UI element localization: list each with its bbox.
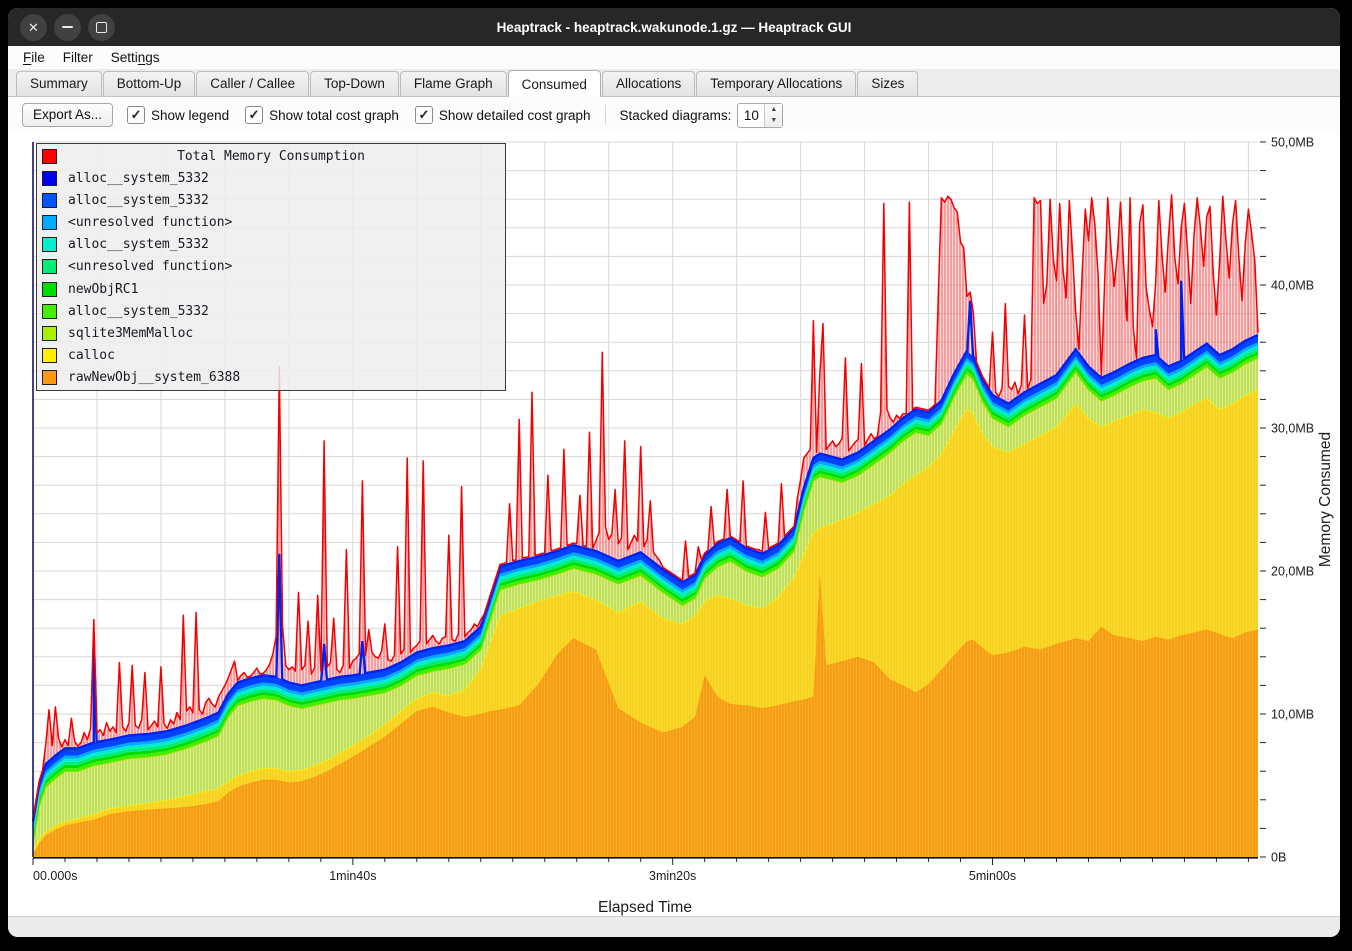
- stacked-diagrams-group: Stacked diagrams: 10 ▲ ▼: [620, 103, 784, 128]
- minimize-button[interactable]: [54, 14, 81, 41]
- legend-label: Total Memory Consumption: [37, 149, 505, 164]
- checkbox-box[interactable]: ✓: [415, 106, 433, 124]
- legend-swatch: [42, 193, 57, 208]
- window-title: Heaptrack - heaptrack.wakunode.1.gz — He…: [8, 20, 1340, 35]
- tab-allocations[interactable]: Allocations: [602, 71, 695, 96]
- legend-label: alloc__system_5332: [68, 193, 209, 208]
- status-bar: [8, 916, 1340, 937]
- x-tick-label: 3min20s: [649, 869, 696, 883]
- y-tick-label: 40,0MB: [1271, 279, 1314, 293]
- x-tick-label: 00.000s: [33, 869, 77, 883]
- legend-swatch: [42, 348, 57, 363]
- tab-top-down[interactable]: Top-Down: [310, 71, 399, 96]
- legend-item-6: alloc__system_5332: [37, 301, 505, 322]
- legend-item-1: alloc__system_5332: [37, 190, 505, 211]
- tab-consumed[interactable]: Consumed: [508, 70, 601, 97]
- checkbox-show-total-cost-graph[interactable]: ✓ Show total cost graph: [245, 106, 399, 124]
- y-tick-label: 30,0MB: [1271, 422, 1314, 436]
- spin-down-icon[interactable]: ▼: [765, 115, 782, 127]
- title-bar[interactable]: ✕ Heaptrack - heaptrack.wakunode.1.gz — …: [8, 8, 1340, 46]
- x-tick-label: 5min00s: [969, 869, 1016, 883]
- window-controls: ✕: [20, 14, 115, 41]
- y-tick-label: 50,0MB: [1271, 136, 1314, 150]
- toolbar-separator: [605, 105, 606, 125]
- chart-legend: Total Memory Consumption alloc__system_53…: [36, 143, 506, 391]
- legend-label: alloc__system_5332: [68, 237, 209, 252]
- legend-item-0: alloc__system_5332: [37, 168, 505, 189]
- legend-item-4: <unresolved function>: [37, 256, 505, 277]
- menu-filter[interactable]: Filter: [54, 48, 102, 67]
- stacked-diagrams-value[interactable]: 10: [738, 104, 764, 127]
- menu-bar: FileFilterSettings: [8, 46, 1340, 69]
- legend-item-5: newObjRC1: [37, 279, 505, 300]
- menu-settings[interactable]: Settings: [102, 48, 169, 67]
- legend-label: rawNewObj__system_6388: [68, 370, 240, 385]
- legend-swatch: [42, 326, 57, 341]
- tab-flame-graph[interactable]: Flame Graph: [400, 71, 507, 96]
- legend-swatch: [42, 215, 57, 230]
- toolbar: Export As... ✓ Show legend ✓ Show total cos…: [8, 97, 1340, 133]
- spin-up-icon[interactable]: ▲: [765, 104, 782, 116]
- legend-label: newObjRC1: [68, 282, 138, 297]
- y-tick-label: 0B: [1271, 851, 1286, 865]
- checkbox-box[interactable]: ✓: [127, 106, 145, 124]
- menu-file[interactable]: File: [14, 48, 54, 67]
- legend-label: alloc__system_5332: [68, 171, 209, 186]
- legend-swatch: [42, 370, 57, 385]
- application-window: ✕ Heaptrack - heaptrack.wakunode.1.gz — …: [8, 8, 1340, 937]
- y-axis-title: Memory Consumed: [1317, 432, 1334, 567]
- close-icon: ✕: [28, 21, 39, 34]
- legend-label: <unresolved function>: [68, 215, 232, 230]
- tab-caller-callee[interactable]: Caller / Callee: [196, 71, 309, 96]
- stacked-diagrams-label: Stacked diagrams:: [620, 108, 732, 123]
- checkbox-label: Show total cost graph: [269, 108, 399, 123]
- checkbox-show-legend[interactable]: ✓ Show legend: [127, 106, 229, 124]
- tab-bottom-up[interactable]: Bottom-Up: [103, 71, 196, 96]
- legend-swatch: [42, 171, 57, 186]
- tab-sizes[interactable]: Sizes: [857, 71, 918, 96]
- checkbox-show-detailed-cost-graph[interactable]: ✓ Show detailed cost graph: [415, 106, 591, 124]
- tab-summary[interactable]: Summary: [16, 71, 102, 96]
- minimize-icon: [62, 26, 73, 28]
- maximize-icon: [96, 22, 107, 33]
- legend-swatch: [42, 304, 57, 319]
- spinbox-arrows: ▲ ▼: [764, 104, 782, 127]
- legend-item-7: sqlite3MemMalloc: [37, 323, 505, 344]
- checkbox-label: Show detailed cost graph: [439, 108, 591, 123]
- export-as-button[interactable]: Export As...: [22, 103, 113, 127]
- legend-swatch: [42, 282, 57, 297]
- checkbox-group: ✓ Show legend ✓ Show total cost graph ✓ Show …: [127, 106, 591, 124]
- legend-title-row: Total Memory Consumption: [37, 146, 505, 167]
- memory-consumption-chart[interactable]: 00.000s 1min40s 3min20s 5min00s 0B 10,0MB 20,0…: [8, 133, 1340, 916]
- close-button[interactable]: ✕: [20, 14, 47, 41]
- maximize-button[interactable]: [88, 14, 115, 41]
- x-tick-label: 1min40s: [329, 869, 376, 883]
- y-tick-label: 10,0MB: [1271, 708, 1314, 722]
- legend-swatch: [42, 237, 57, 252]
- legend-label: <unresolved function>: [68, 259, 232, 274]
- legend-item-3: alloc__system_5332: [37, 234, 505, 255]
- legend-label: calloc: [68, 348, 115, 363]
- legend-swatch: [42, 259, 57, 274]
- legend-item-2: <unresolved function>: [37, 212, 505, 233]
- stacked-diagrams-spinbox[interactable]: 10 ▲ ▼: [737, 103, 783, 128]
- tab-temporary-allocations[interactable]: Temporary Allocations: [696, 71, 856, 96]
- legend-item-8: calloc: [37, 345, 505, 366]
- legend-item-9: rawNewObj__system_6388: [37, 367, 505, 388]
- tab-bar: SummaryBottom-UpCaller / CalleeTop-DownF…: [8, 69, 1340, 97]
- checkbox-box[interactable]: ✓: [245, 106, 263, 124]
- legend-label: alloc__system_5332: [68, 304, 209, 319]
- y-tick-label: 20,0MB: [1271, 565, 1314, 579]
- x-axis-title: Elapsed Time: [598, 899, 692, 916]
- legend-label: sqlite3MemMalloc: [68, 326, 193, 341]
- checkbox-label: Show legend: [151, 108, 229, 123]
